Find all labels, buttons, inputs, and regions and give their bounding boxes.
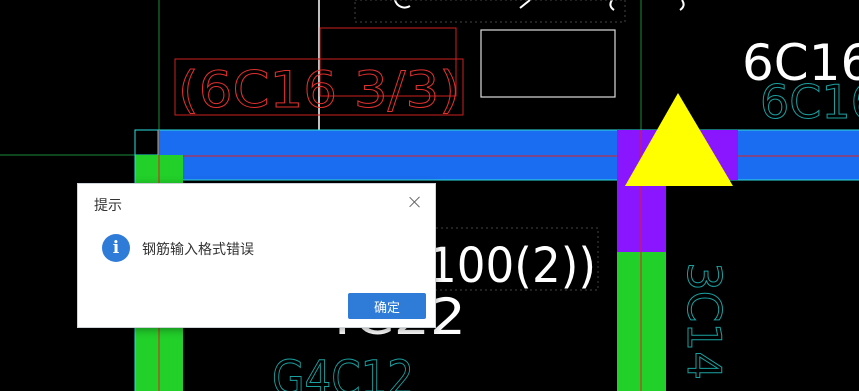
stirrup-label: 100(2)): [428, 238, 596, 294]
rebar-label-outline: G4C12: [272, 351, 414, 391]
ok-button[interactable]: 确定: [348, 293, 426, 319]
text-fragment: [679, 0, 685, 11]
dialog-title: 提示: [94, 198, 122, 214]
close-icon[interactable]: [407, 194, 423, 210]
span-label: (6C16 3/3): [178, 61, 460, 119]
text-fragment: [609, 0, 615, 11]
dialog-message: 钢筋输入格式错误: [142, 242, 254, 258]
element-outline: [480, 29, 616, 98]
rebar-label-vertical: 3C14: [677, 262, 731, 380]
column-cap: [134, 129, 159, 156]
alert-dialog: 提示 i 钢筋输入格式错误 确定: [77, 183, 436, 328]
beam: [135, 130, 859, 180]
rebar-label-outline: 6C16: [760, 75, 859, 129]
info-icon: i: [102, 234, 130, 262]
text-fragment: [394, 0, 411, 9]
text-fragment: [519, 0, 531, 9]
